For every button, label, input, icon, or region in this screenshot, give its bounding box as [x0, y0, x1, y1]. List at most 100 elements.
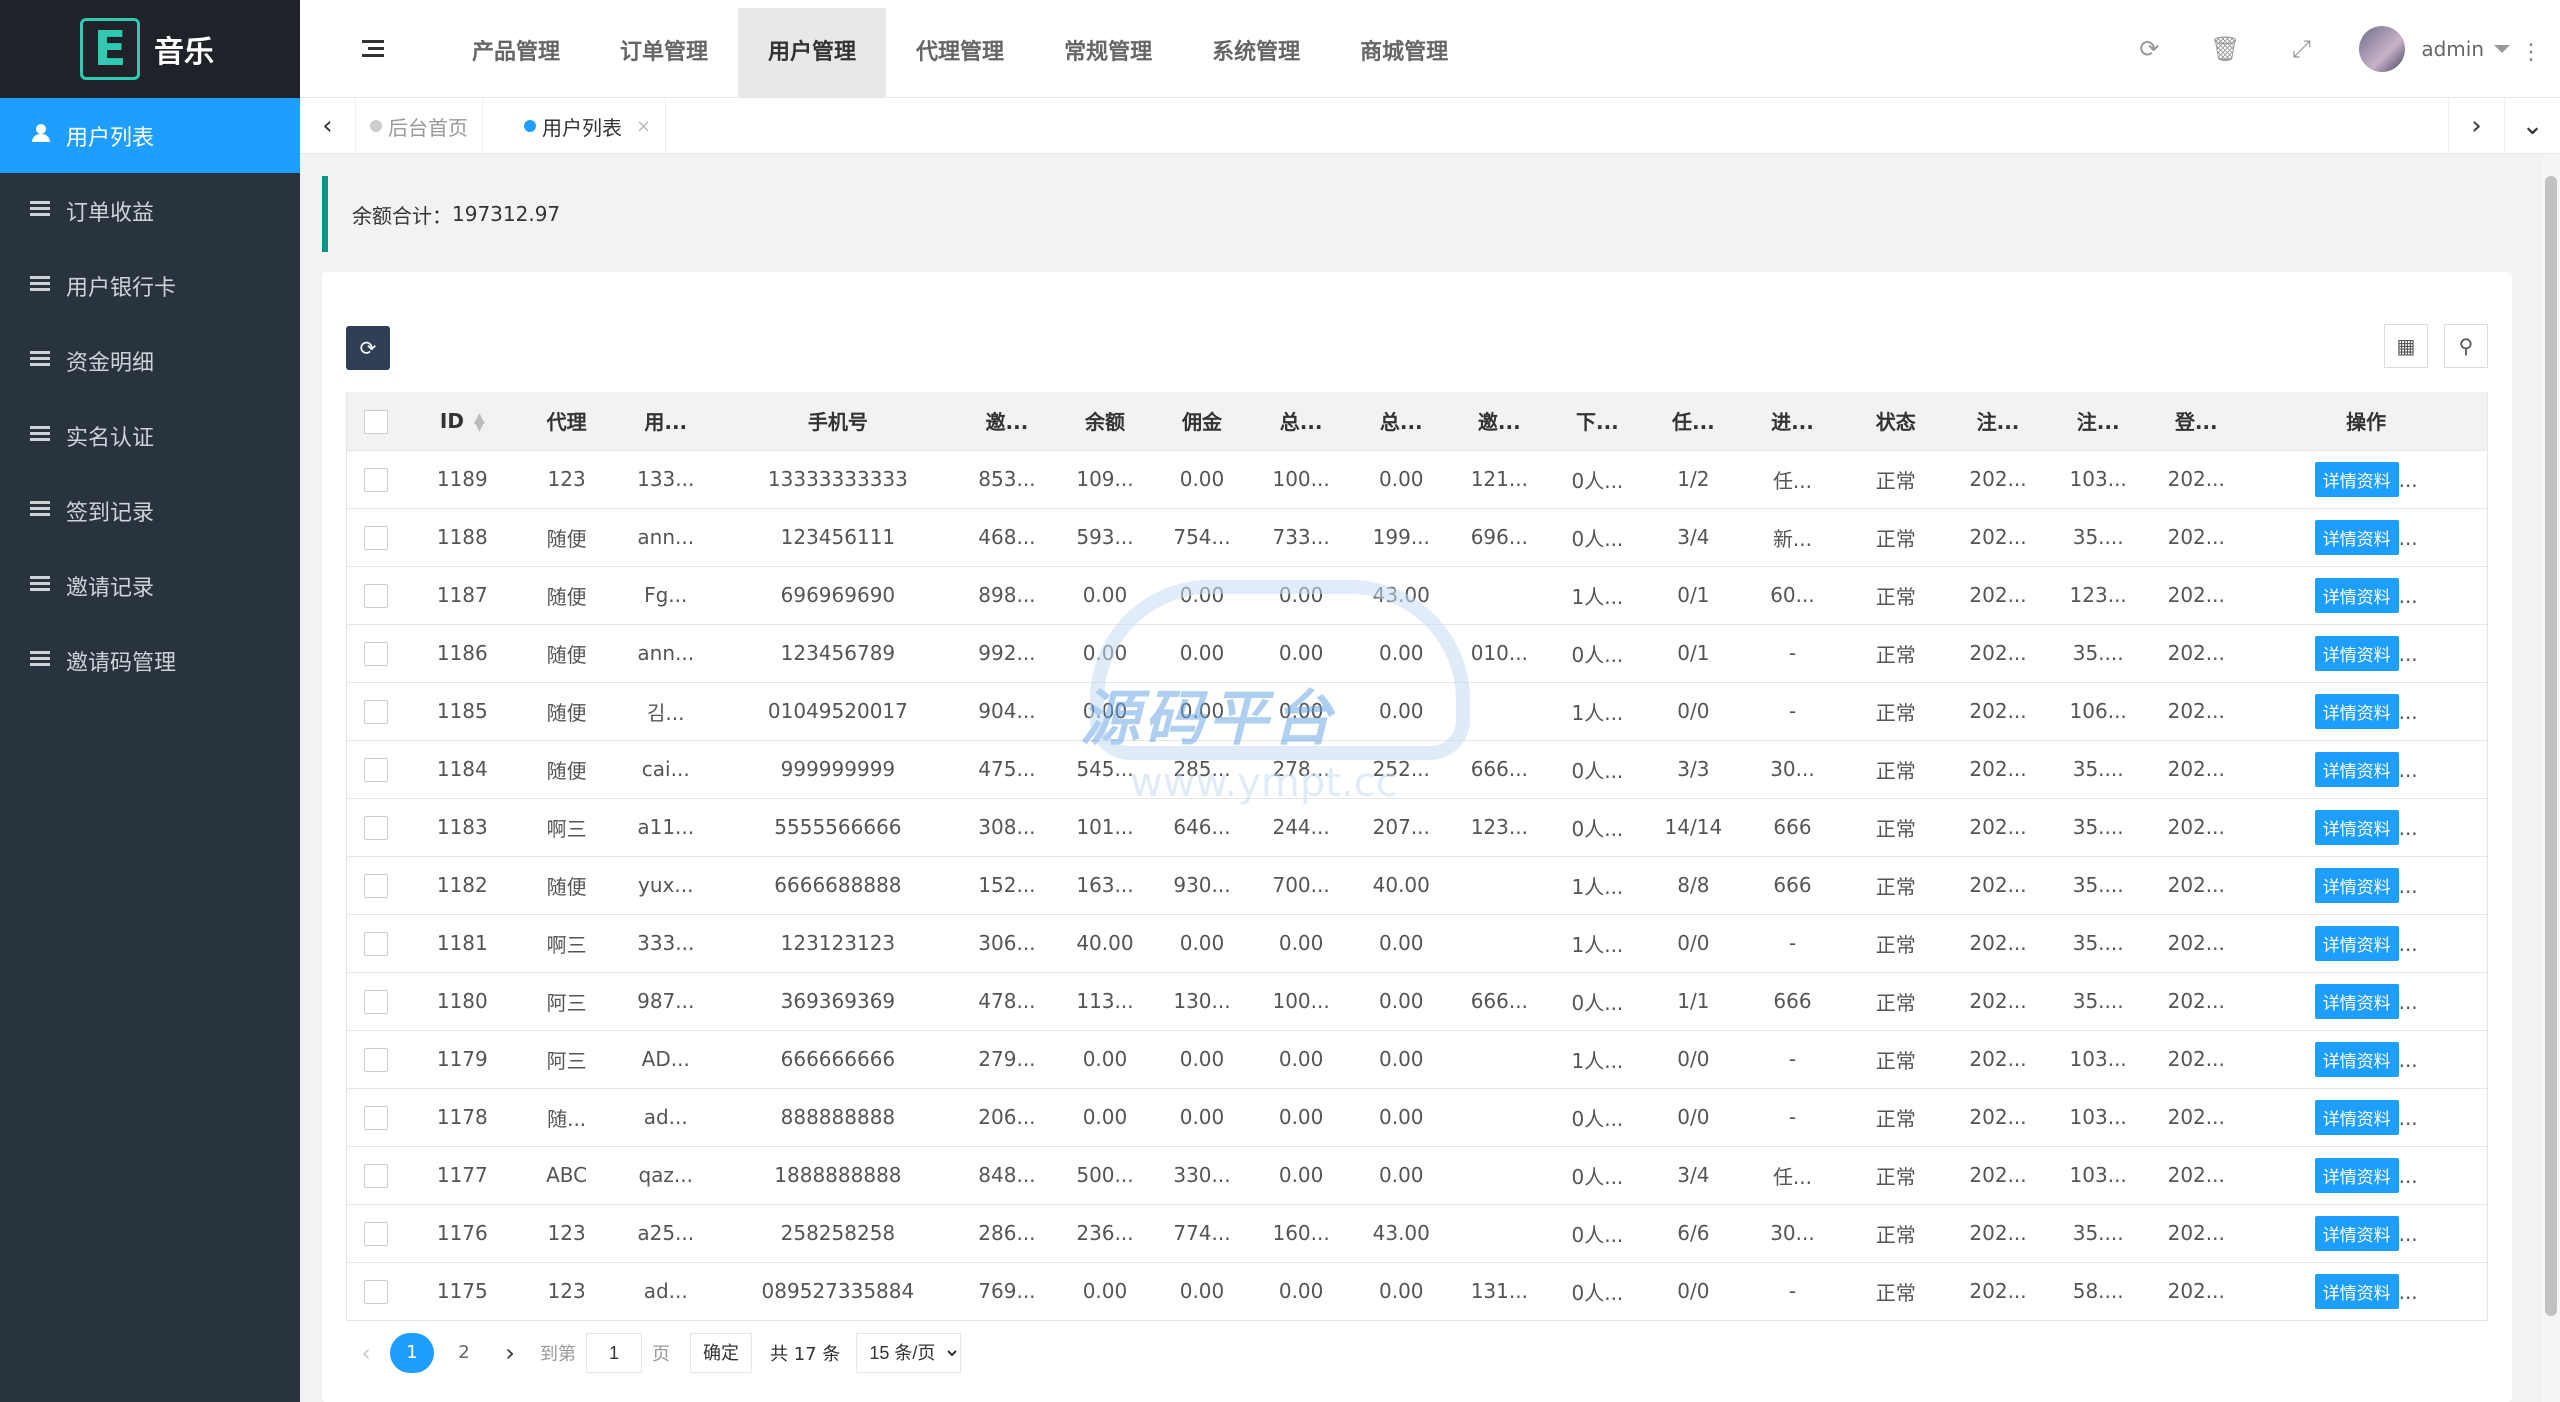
table-row[interactable]: 1175 123 ad... 089527335884 769... 0.00 0.00 0.…: [346, 1262, 2488, 1321]
chevron-down-icon[interactable]: ⌄: [2504, 98, 2560, 154]
nav-item[interactable]: 商城管理: [1330, 8, 1478, 98]
table-row[interactable]: 1176 123 a25... 258258258 286... 236... 774...…: [346, 1204, 2488, 1263]
nav-item[interactable]: 用户管理: [738, 8, 887, 98]
columns-icon[interactable]: ▦: [2384, 324, 2428, 368]
table-row[interactable]: 1186 随便 ann... 123456789 992... 0.00 0.00 0.00 0…: [346, 624, 2488, 683]
tab-user-list[interactable]: 用户列表 ×: [510, 98, 667, 154]
page-number[interactable]: 2: [442, 1333, 486, 1373]
detail-button[interactable]: 详情资料: [2314, 751, 2399, 787]
scrollbar-thumb[interactable]: [2545, 176, 2557, 1316]
table-cell: 930...: [1154, 856, 1250, 915]
detail-button[interactable]: 详情资料: [2314, 519, 2399, 555]
sidebar-item[interactable]: 邀请码管理: [0, 623, 300, 698]
table-row[interactable]: 1180 阿三 987... 369369369 478... 113... 130... 1…: [346, 972, 2488, 1031]
nav-item[interactable]: 常规管理: [1034, 8, 1182, 98]
goto-confirm-button[interactable]: 确定: [690, 1333, 752, 1373]
table-cell: 1人...: [1548, 1030, 1647, 1089]
table-cell: 13333333333: [717, 450, 958, 509]
row-checkbox[interactable]: [346, 508, 405, 567]
sidebar-item[interactable]: 用户列表: [0, 98, 300, 173]
page-scrollbar[interactable]: [2542, 154, 2560, 1402]
sidebar-item[interactable]: 邀请记录: [0, 548, 300, 623]
table-row[interactable]: 1189 123 133... 13333333333 853... 109... 0.00…: [346, 450, 2488, 509]
detail-button[interactable]: 详情资料: [2314, 1099, 2399, 1135]
row-checkbox[interactable]: [346, 1262, 405, 1321]
detail-button[interactable]: 详情资料: [2314, 1157, 2399, 1193]
detail-button[interactable]: 详情资料: [2314, 1041, 2399, 1077]
chevron-right-icon[interactable]: ›: [2448, 98, 2504, 154]
table-row[interactable]: 1181 啊三 333... 123123123 306... 40.00 0.00 0.00…: [346, 914, 2488, 973]
column-header[interactable]: ID ▲ ▼: [404, 392, 520, 451]
detail-button[interactable]: 详情资料: [2314, 809, 2399, 845]
row-checkbox[interactable]: [346, 1088, 405, 1147]
table-row[interactable]: 1178 随... ad... 888888888 206... 0.00 0.00 0.00…: [346, 1088, 2488, 1147]
tab-home[interactable]: 后台首页: [356, 98, 483, 154]
row-checkbox[interactable]: [346, 740, 405, 799]
row-checkbox[interactable]: [346, 682, 405, 741]
detail-button[interactable]: 详情资料: [2314, 983, 2399, 1019]
table-cell: 999999999: [717, 740, 958, 799]
user-menu[interactable]: admin: [2359, 26, 2510, 72]
detail-button[interactable]: 详情资料: [2314, 461, 2399, 497]
detail-button[interactable]: 详情资料: [2314, 635, 2399, 671]
page-number[interactable]: 1: [390, 1333, 434, 1373]
row-checkbox[interactable]: [346, 566, 405, 625]
sidebar-item[interactable]: 用户银行卡: [0, 248, 300, 323]
nav-item[interactable]: 订单管理: [590, 8, 738, 98]
table-cell: 666: [1740, 972, 1845, 1031]
prev-page-icon[interactable]: ‹: [346, 1339, 386, 1367]
detail-button[interactable]: 详情资料: [2314, 925, 2399, 961]
sidebar-item[interactable]: 实名认证: [0, 398, 300, 473]
table-cell: 888888888: [717, 1088, 958, 1147]
row-checkbox[interactable]: [346, 856, 405, 915]
row-checkbox[interactable]: [346, 1030, 405, 1089]
row-checkbox[interactable]: [346, 972, 405, 1031]
row-checkbox[interactable]: [346, 1146, 405, 1205]
row-checkbox[interactable]: [346, 798, 405, 857]
more-ellipsis: ...: [2398, 1047, 2418, 1072]
refresh-icon[interactable]: ⟳: [2111, 35, 2187, 63]
page-size-select[interactable]: 15 条/页: [856, 1333, 962, 1373]
table-refresh-button[interactable]: ⟳: [346, 326, 390, 370]
table-row[interactable]: 1182 随便 yux... 6666688888 152... 163... 930...…: [346, 856, 2488, 915]
operations-cell: 详情资料...: [2245, 798, 2488, 857]
table-row[interactable]: 1184 随便 cai... 999999999 475... 545... 285... 2…: [346, 740, 2488, 799]
table-cell: [1450, 1030, 1549, 1089]
table-row[interactable]: 1179 阿三 AD... 666666666 279... 0.00 0.00 0.00 0.…: [346, 1030, 2488, 1089]
nav-item[interactable]: 系统管理: [1182, 8, 1330, 98]
operations-cell: 详情资料...: [2245, 856, 2488, 915]
row-checkbox[interactable]: [346, 450, 405, 509]
select-all-checkbox[interactable]: [346, 392, 405, 451]
detail-button[interactable]: 详情资料: [2314, 867, 2399, 903]
detail-button[interactable]: 详情资料: [2314, 693, 2399, 729]
nav-item[interactable]: 产品管理: [442, 8, 590, 98]
goto-page-input[interactable]: [586, 1333, 642, 1373]
next-page-icon[interactable]: ›: [490, 1339, 530, 1367]
table-row[interactable]: 1185 随便 김... 01049520017 904... 0.00 0.00 0.00 0…: [346, 682, 2488, 741]
menu-fold-icon[interactable]: [362, 40, 384, 58]
fullscreen-icon[interactable]: ⤢: [2263, 35, 2339, 63]
table-row[interactable]: 1188 随便 ann... 123456111 468... 593... 754... 7…: [346, 508, 2488, 567]
sidebar-item[interactable]: 订单收益: [0, 173, 300, 248]
search-icon[interactable]: ⚲: [2444, 324, 2488, 368]
table-row[interactable]: 1187 随便 Fg... 696969690 898... 0.00 0.00 0.00 43…: [346, 566, 2488, 625]
sidebar-item[interactable]: 资金明细: [0, 323, 300, 398]
detail-button[interactable]: 详情资料: [2314, 577, 2399, 613]
row-checkbox[interactable]: [346, 914, 405, 973]
detail-button[interactable]: 详情资料: [2314, 1215, 2399, 1251]
detail-button[interactable]: 详情资料: [2314, 1273, 2399, 1309]
more-vertical-icon[interactable]: ⋮: [2520, 40, 2542, 65]
chevron-left-icon[interactable]: ‹: [300, 98, 356, 154]
sidebar-item[interactable]: 签到记录: [0, 473, 300, 548]
trash-icon[interactable]: 🗑: [2187, 35, 2263, 63]
sort-icon[interactable]: ▲ ▼: [474, 411, 485, 433]
nav-item[interactable]: 代理管理: [886, 8, 1034, 98]
row-checkbox[interactable]: [346, 1204, 405, 1263]
row-checkbox[interactable]: [346, 624, 405, 683]
table-cell: 202...: [1946, 798, 2050, 857]
table-cell: 0.00: [1352, 1088, 1451, 1147]
table-row[interactable]: 1177 ABC qaz... 1888888888 848... 500... 330..…: [346, 1146, 2488, 1205]
table-row[interactable]: 1183 啊三 a11... 5555566666 308... 101... 646...…: [346, 798, 2488, 857]
table-cell: a11...: [613, 798, 718, 857]
close-icon[interactable]: ×: [636, 116, 651, 137]
